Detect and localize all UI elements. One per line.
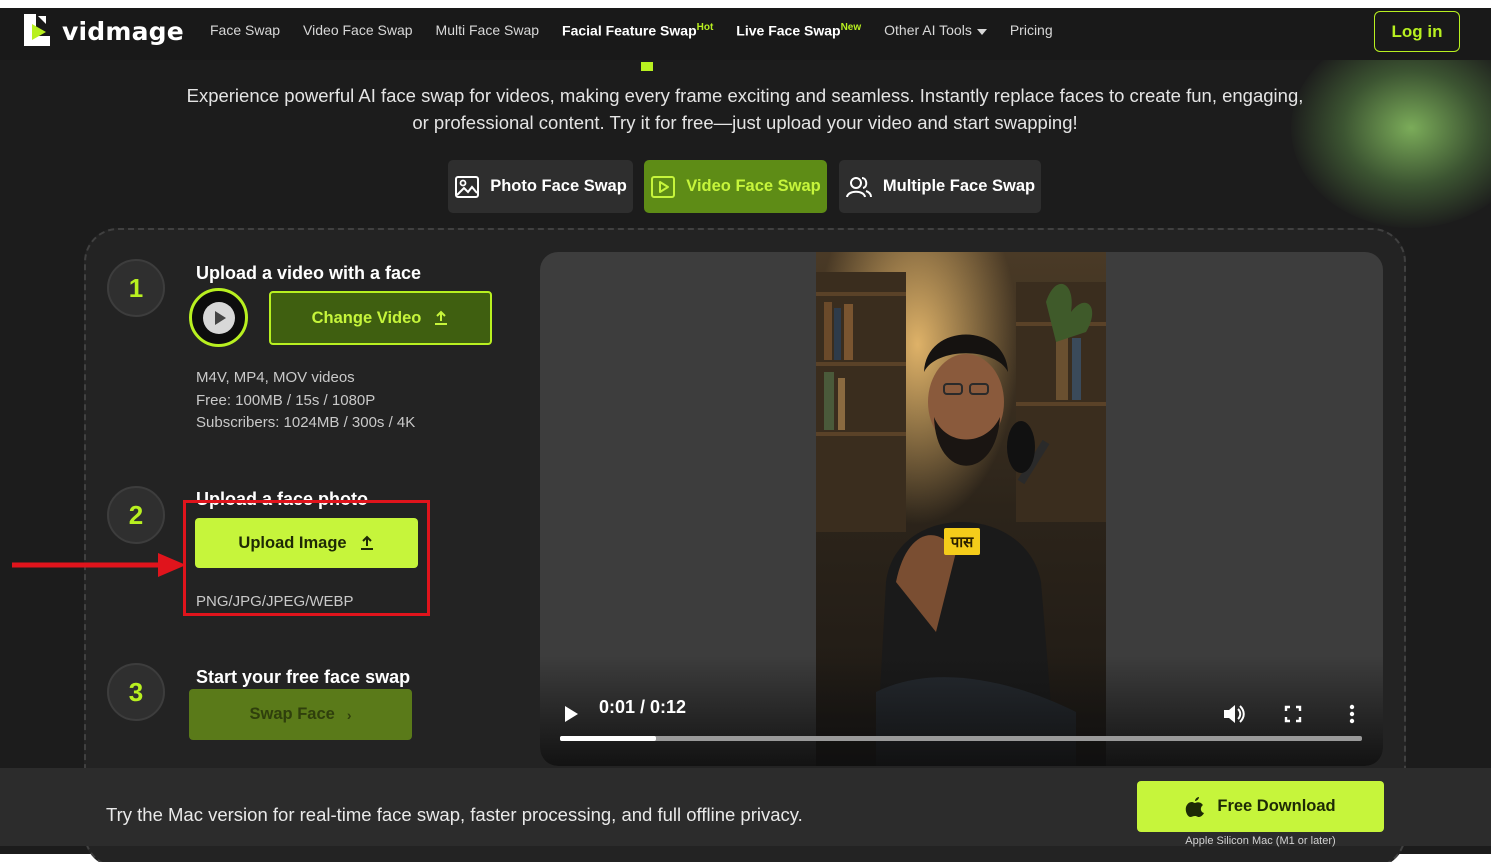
change-video-label: Change Video: [311, 308, 422, 327]
video-thumbnail[interactable]: [189, 288, 248, 347]
fullscreen-icon[interactable]: [1284, 705, 1302, 723]
tab-label: Multiple Face Swap: [882, 177, 1036, 195]
nav-links: Face Swap Video Face Swap Multi Face Swa…: [210, 22, 1076, 39]
tab-label: Photo Face Swap: [490, 177, 627, 195]
caret-down-icon: [976, 28, 987, 35]
nav-link-label: Pricing: [1009, 22, 1053, 39]
nav-link-label: Face Swap: [210, 22, 281, 39]
subscriber-limit: Subscribers: 1024MB / 300s / 4K: [196, 414, 416, 431]
nav-link-face-swap[interactable]: Face Swap: [210, 22, 280, 38]
step-1-title: Upload a video with a face: [196, 263, 422, 283]
mac-promo-text: Try the Mac version for real-time face s…: [106, 804, 803, 825]
nav-link-label: Other AI Tools: [884, 22, 972, 39]
more-options-icon[interactable]: [1347, 704, 1357, 724]
download-note: Apple Silicon Mac (M1 or later): [1185, 835, 1336, 847]
swap-face-button[interactable]: Swap Face ›: [189, 689, 412, 740]
hot-badge: Hot: [696, 22, 714, 33]
step-2-number: 2: [107, 486, 165, 544]
tab-video-face-swap[interactable]: Video Face Swap: [644, 160, 827, 213]
nav-link-live-face-swap[interactable]: Live Face SwapNew: [736, 22, 861, 39]
video-player[interactable]: [540, 252, 1383, 766]
nav-link-label: Multi Face Swap: [435, 22, 540, 39]
image-icon: [455, 175, 480, 198]
nav-link-other-ai-tools[interactable]: Other AI Tools: [884, 22, 987, 38]
new-badge: New: [840, 22, 862, 33]
video-icon: [651, 175, 676, 198]
change-video-button[interactable]: Change Video: [269, 291, 492, 345]
nav-link-label: Facial Feature Swap: [562, 22, 697, 39]
step-1-number: 1: [107, 259, 165, 317]
nav-link-facial-feature-swap[interactable]: Facial Feature SwapHot: [562, 22, 713, 39]
nav-link-multi-face-swap[interactable]: Multi Face Swap: [436, 22, 539, 38]
tab-photo-face-swap[interactable]: Photo Face Swap: [448, 160, 633, 213]
upload-icon: [435, 310, 448, 325]
red-arrow-icon: [12, 553, 186, 577]
step-3-title: Start your free face swap: [196, 667, 411, 687]
subtitle-caption: पास: [944, 528, 980, 555]
green-marker: [641, 62, 653, 71]
swap-face-label: Swap Face: [249, 705, 335, 723]
video-formats: M4V, MP4, MOV videos: [196, 369, 355, 386]
logo[interactable]: vidmage: [20, 12, 184, 50]
apple-icon: [1186, 796, 1205, 817]
play-icon[interactable]: [562, 704, 580, 724]
highlight-box: [183, 500, 430, 616]
top-nav: vidmage Face Swap Video Face Swap Multi …: [0, 8, 1491, 60]
play-circle-icon: [202, 301, 235, 334]
tab-label: Video Face Swap: [686, 177, 821, 195]
nav-link-video-face-swap[interactable]: Video Face Swap: [303, 22, 412, 38]
login-button[interactable]: Log in: [1374, 11, 1460, 52]
intro-text: Experience powerful AI face swap for vid…: [140, 82, 1350, 136]
brand-name: vidmage: [62, 16, 184, 46]
free-download-button[interactable]: Free Download: [1137, 781, 1384, 832]
nav-link-label: Video Face Swap: [303, 22, 413, 39]
free-download-label: Free Download: [1217, 797, 1336, 815]
users-icon: [845, 176, 872, 197]
intro-line-2: or professional content. Try it for free…: [412, 112, 1078, 133]
nav-link-label: Live Face Swap: [736, 22, 841, 39]
nav-link-pricing[interactable]: Pricing: [1010, 22, 1053, 38]
chevron-right-icon: ›: [346, 706, 352, 723]
time-display: 0:01 / 0:12: [599, 697, 687, 717]
progress-fill: [560, 736, 657, 741]
logo-icon: [20, 12, 56, 50]
intro-line-1: Experience powerful AI face swap for vid…: [186, 85, 1304, 106]
step-3-number: 3: [107, 663, 165, 721]
step-1-info: M4V, MP4, MOV videos Free: 100MB / 15s /…: [196, 367, 415, 435]
volume-icon[interactable]: [1222, 703, 1246, 725]
free-limit: Free: 100MB / 15s / 1080P: [196, 391, 376, 409]
tab-multiple-face-swap[interactable]: Multiple Face Swap: [839, 160, 1041, 213]
progress-bar[interactable]: [560, 736, 1362, 741]
